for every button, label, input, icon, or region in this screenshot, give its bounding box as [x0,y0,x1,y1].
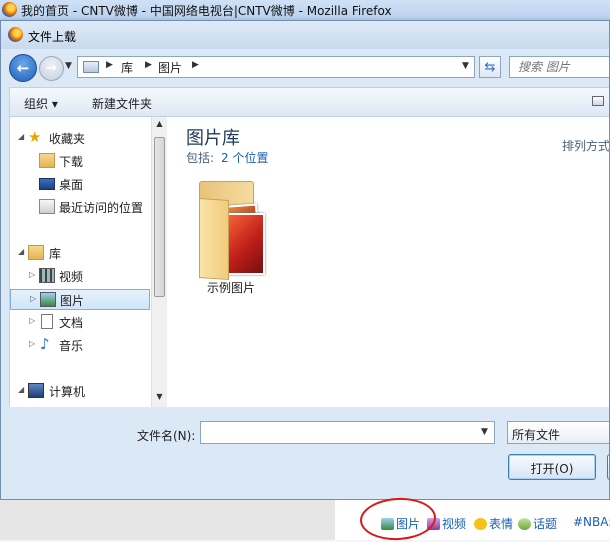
back-button[interactable]: ← [9,54,37,82]
nav-recent[interactable]: 最近访问的位置 [10,197,150,217]
breadcrumb-separator-icon[interactable]: ▶ [192,60,199,70]
nav-videos[interactable]: ▷ 视频 [10,266,150,286]
insert-emotion-tool[interactable]: 表情 [474,515,513,532]
hashtag-link[interactable]: #NBA: [573,515,610,529]
nav-recent-label: 最近访问的位置 [59,201,144,215]
locations-link[interactable]: 2 个位置 [221,149,268,166]
scrollbar-thumb[interactable] [154,137,165,297]
file-upload-dialog: 文件上载 ← → ▼ ▶ 库 ▶ 图片 ▶ ▼ ⇆ 组织 ▾ 新建文件夹 ◢ ★… [0,20,610,500]
search-box[interactable] [509,56,609,78]
nav-music[interactable]: ▷ ♪ 音乐 [10,335,150,355]
page-background [0,500,335,540]
nav-favorites-label: 收藏夹 [49,132,86,146]
expand-arrow-icon[interactable]: ▷ [30,294,36,303]
file-list: 图片库 包括: 2 个位置 排列方式: 示例图片 [168,117,609,407]
filename-input[interactable] [201,422,479,443]
nav-documents-label: 文档 [59,316,84,330]
change-view-icon[interactable] [592,96,604,106]
nav-downloads-label: 下载 [59,155,84,169]
nav-scrollbar[interactable]: ▲ ▼ [151,117,167,407]
computer-icon [28,383,44,398]
breadcrumb-library[interactable]: 库 [121,59,133,76]
forward-arrow-icon: → [46,61,57,76]
library-title: 图片库 [186,128,240,149]
nav-libraries[interactable]: ◢ 库 [10,243,150,263]
filename-combobox[interactable]: ▼ [200,421,495,444]
nav-libraries-label: 库 [49,247,62,261]
dialog-title: 文件上载 [28,30,77,44]
nav-desktop-label: 桌面 [59,178,84,192]
nav-downloads[interactable]: 下载 [10,151,150,171]
arrange-by-label[interactable]: 排列方式: [562,137,609,154]
folder-front-icon [199,197,229,281]
insert-topic-tool[interactable]: 话题 [518,515,557,532]
nav-pictures[interactable]: ▷ 图片 [10,289,150,310]
breadcrumb-separator-icon[interactable]: ▶ [106,60,113,70]
browser-titlebar: 我的首页 - CNTV微博 - 中国网络电视台|CNTV微博 - Mozilla… [0,0,610,21]
scroll-down-arrow-icon[interactable]: ▼ [152,392,167,401]
page-behind-dialog: 图片 视频 表情 话题 #NBA: [0,500,610,540]
breadcrumb-separator-icon[interactable]: ▶ [145,60,152,70]
open-button-label: 打开(O) [530,462,574,476]
organize-button[interactable]: 组织 ▾ [24,95,58,112]
expand-arrow-icon[interactable]: ▷ [29,316,35,325]
star-icon: ★ [28,128,42,146]
filename-label: 文件名(N): [137,429,196,443]
recent-places-icon [39,199,55,214]
nav-computer[interactable]: ◢ 计算机 [10,381,150,401]
file-type-select[interactable]: 所有文件 [507,421,609,444]
nav-favorites[interactable]: ◢ ★ 收藏夹 [10,128,150,148]
collapse-arrow-icon[interactable]: ◢ [18,132,24,141]
collapse-arrow-icon[interactable]: ◢ [18,385,24,394]
address-bar[interactable]: ▶ 库 ▶ 图片 ▶ ▼ [77,56,475,78]
documents-icon [41,314,53,329]
scroll-up-arrow-icon[interactable]: ▲ [152,119,167,128]
breadcrumb-pictures[interactable]: 图片 [158,59,182,76]
expand-arrow-icon[interactable]: ▷ [29,339,35,348]
nav-pictures-label: 图片 [60,294,85,308]
dialog-titlebar[interactable]: 文件上载 [1,21,609,49]
back-arrow-icon: ← [16,59,30,77]
library-folder-icon [28,245,44,260]
refresh-icon: ⇆ [484,59,496,75]
search-input[interactable] [510,57,609,77]
file-type-value: 所有文件 [512,428,561,442]
music-note-icon: ♪ [40,335,50,353]
refresh-button[interactable]: ⇆ [479,56,501,78]
recent-pages-dropdown-icon[interactable]: ▼ [65,61,72,71]
video-label: 视频 [442,517,467,531]
expand-arrow-icon[interactable]: ▷ [29,270,35,279]
smiley-icon [474,518,487,530]
command-toolbar: 组织 ▾ 新建文件夹 [9,87,609,117]
collapse-arrow-icon[interactable]: ◢ [18,247,24,256]
desktop-icon [39,178,55,190]
firefox-icon [8,27,23,42]
new-folder-button[interactable]: 新建文件夹 [92,95,152,112]
pictures-icon [40,292,56,307]
emotion-label: 表情 [489,517,514,531]
includes-label: 包括: [186,151,215,165]
firefox-logo-icon [2,2,17,17]
navigation-pane: ◢ ★ 收藏夹 下载 桌面 最近访问的位置 ◢ 库 ▷ 视频 ▷ 图片 ▷ 文档… [10,117,150,407]
address-dropdown-icon[interactable]: ▼ [462,61,469,71]
filename-dropdown-icon[interactable]: ▼ [481,427,488,437]
nav-music-label: 音乐 [59,339,84,353]
forward-button[interactable]: → [39,56,64,81]
nav-computer-label: 计算机 [49,385,86,399]
open-button[interactable]: 打开(O) [508,454,596,480]
nav-desktop[interactable]: 桌面 [10,174,150,194]
videos-icon [39,268,55,283]
nav-videos-label: 视频 [59,270,84,284]
folder-sample-pictures[interactable]: 示例图片 [191,177,271,297]
browser-pane: ◢ ★ 收藏夹 下载 桌面 最近访问的位置 ◢ 库 ▷ 视频 ▷ 图片 ▷ 文档… [9,117,609,407]
topic-icon [518,518,531,530]
downloads-folder-icon [39,153,55,168]
folder-label: 示例图片 [206,281,255,295]
nav-documents[interactable]: ▷ 文档 [10,312,150,332]
library-icon [83,61,99,73]
topic-label: 话题 [533,517,558,531]
browser-title: 我的首页 - CNTV微博 - 中国网络电视台|CNTV微博 - Mozilla… [21,4,392,18]
